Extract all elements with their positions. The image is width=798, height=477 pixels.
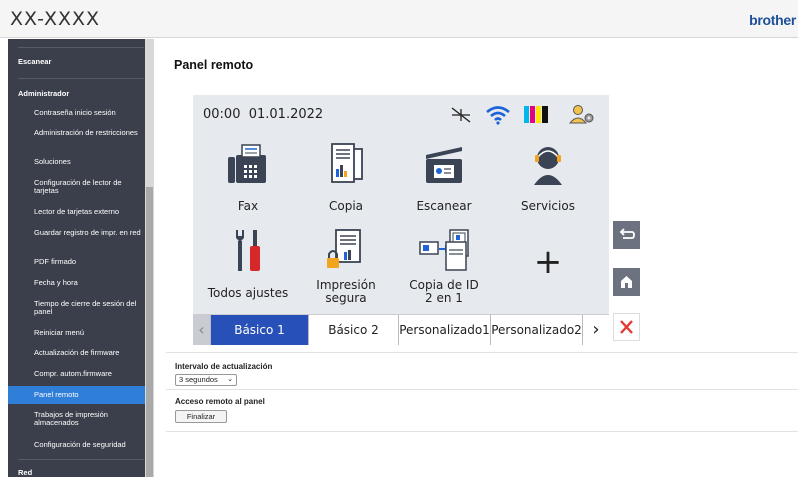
sidebar-item-registro[interactable]: Guardar registro de impr. en red [8,229,146,237]
tab-basico-1[interactable]: Básico 1 [211,315,309,345]
device-status-bar: 00:00 01.01.2022 [193,95,609,131]
sidebar-item-lector-externo[interactable]: Lector de tarjetas externo [8,208,146,216]
home-icon [621,276,632,288]
tile-scan-label: Escanear [416,199,472,213]
tab-basico-2[interactable]: Básico 2 [309,315,399,345]
sidebar-item-restricciones[interactable]: Administración de restricciones [8,129,146,137]
sidebar-item-lector-config[interactable]: Configuración de lector de tarjetas [8,179,146,195]
sidebar-item-cierre-sesion[interactable]: Tiempo de cierre de sesión del panel [8,300,146,316]
sidebar-divider [18,78,144,79]
model-name: XX-XXXX [10,8,101,30]
sidebar-divider [18,47,144,48]
sidebar-item-soluciones[interactable]: Soluciones [8,158,146,166]
scan-icon [426,147,462,183]
top-bar: XX-XXXX brother [0,0,798,38]
tile-copy[interactable]: Copia [301,141,391,213]
tile-fax-label: Fax [237,199,259,213]
fax-icon [228,144,266,183]
id-copy-icon [419,229,469,271]
tile-id-copy[interactable]: Copia de ID 2 en 1 [399,228,489,305]
tile-id-copy-label: Copia de ID 2 en 1 [409,278,479,305]
sidebar-item-trabajos[interactable]: Trabajos de impresión almacenados [8,411,146,427]
no-network-icon [451,107,471,123]
back-arrow-icon [619,228,635,239]
tab-personalizado-2[interactable]: Personalizado2 [491,315,583,345]
tile-fax[interactable]: Fax [203,141,293,213]
close-icon [620,320,633,334]
tools-icon [236,230,260,271]
page-title: Panel remoto [174,58,254,72]
sidebar-item-contrasena[interactable]: Contraseña inicio sesión [8,109,146,117]
secure-print-icon [327,229,361,268]
sidebar-item-administrador[interactable]: Administrador [8,90,146,98]
tab-personalizado-1[interactable]: Personalizado1 [399,315,491,345]
sidebar-item-fecha-hora[interactable]: Fecha y hora [8,279,146,287]
sidebar-divider [18,459,144,460]
home-button[interactable] [613,268,640,296]
device-date: 01.01.2022 [248,107,324,122]
tile-secure-print[interactable]: Impresión segura [301,228,391,305]
sidebar-scrollbar-thumb[interactable] [146,187,153,477]
copy-icon [331,143,363,183]
sidebar: Escanear Administrador Contraseña inicio… [8,39,154,477]
services-icon [534,147,562,185]
panel-tabs: ‹ Básico 1 Básico 2 Personalizado1 Perso… [193,314,609,345]
refresh-interval-value: 3 segundos [179,375,218,384]
sidebar-item-compr-firmware[interactable]: Compr. autom.firmware [8,370,146,378]
remote-panel-screen[interactable]: 00:00 01.01.2022 Fax Copia Escanear Serv… [193,95,609,345]
back-button[interactable] [613,221,640,249]
tile-copy-label: Copia [328,199,364,213]
sidebar-item-reiniciar[interactable]: Reiniciar menú [8,329,146,337]
refresh-interval-label: Intervalo de actualización [175,362,273,371]
divider [166,431,798,432]
finish-button[interactable]: Finalizar [175,410,227,423]
sidebar-item-firmware[interactable]: Actualización de firmware [8,349,146,357]
sidebar-item-pdf-firmado[interactable]: PDF firmado [8,258,146,266]
plus-icon: + [533,242,563,282]
tile-all-settings[interactable]: Todos ajustes [203,228,293,300]
sidebar-item-panel-remoto[interactable]: Panel remoto [8,386,146,404]
tile-services[interactable]: Servicios [503,141,593,213]
tile-services-label: Servicios [521,199,575,213]
tab-prev-chevron-icon[interactable]: ‹ [193,315,211,345]
divider [166,352,798,353]
tile-scan[interactable]: Escanear [399,141,489,213]
sidebar-item-red[interactable]: Red [8,469,146,477]
wifi-icon [486,106,510,125]
admin-settings-icon [569,105,594,124]
tile-all-settings-label: Todos ajustes [207,286,289,300]
stop-button[interactable] [613,313,640,341]
tile-add[interactable]: + [503,245,593,279]
sidebar-item-escanear[interactable]: Escanear [8,58,146,66]
divider [166,389,798,390]
toner-icon [524,106,548,123]
device-time: 00:00 01.01.2022 [203,107,324,122]
tile-secure-print-label: Impresión segura [316,278,376,305]
tab-next-chevron-icon[interactable]: › [583,315,609,345]
brand-logo: brother [749,12,796,28]
remote-access-label: Acceso remoto al panel [175,397,265,406]
refresh-interval-select[interactable]: 3 segundos ⌄ [175,374,237,386]
chevron-down-icon: ⌄ [227,376,233,383]
sidebar-item-seguridad[interactable]: Configuración de seguridad [8,441,146,449]
